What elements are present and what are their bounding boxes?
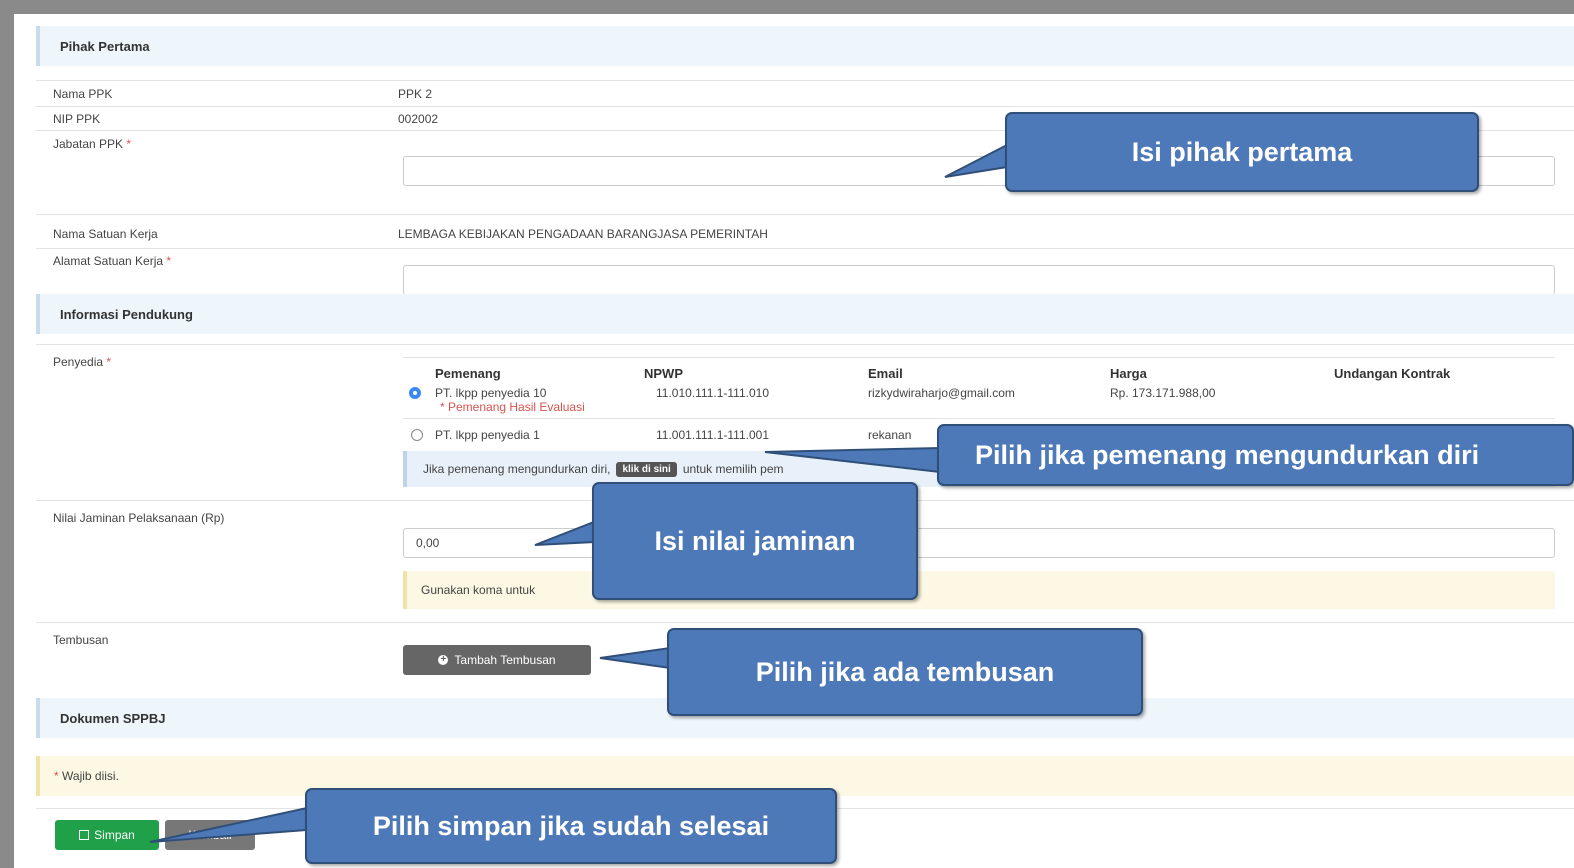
row-nama-satker: Nama Satuan Kerja LEMBAGA KEBIJAKAN PENG… [36,214,1574,248]
plus-circle-icon: + [438,655,449,665]
penyedia-npwp: 11.010.111.1-111.010 [656,386,769,400]
row-divider [403,418,1555,419]
pemenang-note: * Pemenang Hasil Evaluasi [440,400,585,414]
penyedia-npwp: 11.001.111.1-111.001 [656,428,769,442]
klik-di-sini-link[interactable]: klik di sini [616,461,677,477]
save-icon [79,830,90,840]
section-title: Dokumen SPPBJ [60,710,166,726]
jaminan-label: Nilai Jaminan Pelaksanaan (Rp) [53,511,225,525]
col-header-pemenang: Pemenang [435,366,501,381]
nama-satker-label: Nama Satuan Kerja [53,227,158,241]
penyedia-name: PT. lkpp penyedia 10 [435,386,547,400]
col-header-undangan-kontrak: Undangan Kontrak [1334,366,1451,381]
nama-satker-value: LEMBAGA KEBIJAKAN PENGADAAN BARANGJASA P… [398,227,768,241]
penyedia-label: Penyedia * [53,355,112,369]
jabatan-ppk-label: Jabatan PPK * [53,137,132,151]
penyedia-harga: Rp. 173.171.988,00 [1110,386,1216,400]
radio-penyedia-1[interactable] [411,429,423,441]
row-nama-ppk: Nama PPK PPK 2 [36,80,1574,106]
alamat-satker-input[interactable] [403,265,1555,295]
section-title: Informasi Pendukung [60,306,193,322]
penyedia-name: PT. lkpp penyedia 1 [435,428,540,442]
simpan-button[interactable]: Simpan [55,820,159,850]
penyedia-email: rizkydwiraharjo@gmail.com [868,386,1015,400]
section-title: Pihak Pertama [60,38,150,54]
section-pihak-pertama: Pihak Pertama [36,26,1574,66]
radio-penyedia-10[interactable] [409,387,421,399]
alamat-satker-label: Alamat Satuan Kerja * [53,254,172,268]
callout-pilih-tembusan: Pilih jika ada tembusan [667,628,1143,716]
tembusan-label: Tembusan [53,633,109,647]
nip-ppk-value: 002002 [398,112,439,126]
col-header-harga: Harga [1110,366,1147,381]
callout-pilih-mundur: Pilih jika pemenang mengundurkan diri [937,424,1574,486]
callout-pilih-simpan: Pilih simpan jika sudah selesai [305,788,837,864]
callout-isi-nilai-jaminan: Isi nilai jaminan [592,482,918,600]
col-header-email: Email [868,366,903,381]
jaminan-hint: Gunakan koma untuk [403,571,1555,609]
section-informasi-pendukung: Informasi Pendukung [36,294,1574,334]
tambah-tembusan-button[interactable]: + Tambah Tembusan [403,645,591,675]
nilai-jaminan-input[interactable] [403,528,1555,558]
kembali-button[interactable]: Kembali [165,820,255,850]
nama-ppk-value: PPK 2 [398,87,433,101]
nip-ppk-label: NIP PPK [53,112,101,126]
col-header-npwp: NPWP [644,366,683,381]
penyedia-email: rekanan [868,428,912,442]
nama-ppk-label: Nama PPK [53,87,113,101]
callout-isi-pihak-pertama: Isi pihak pertama [1005,112,1479,192]
